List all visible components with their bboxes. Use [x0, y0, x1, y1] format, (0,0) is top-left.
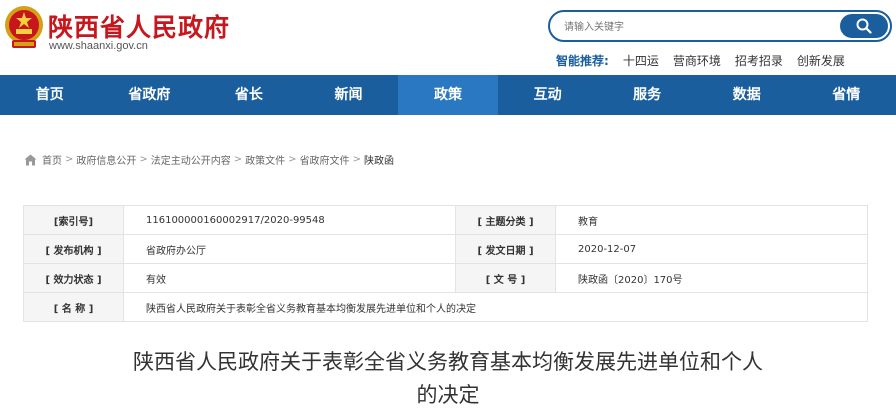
table-row: [ 发布机构 ] 省政府办公厅 [ 发文日期 ] 2020-12-07	[23, 234, 868, 264]
recommend-link[interactable]: 创新发展	[797, 52, 845, 69]
nav-item-interaction[interactable]: 互动	[498, 75, 598, 115]
search-box	[548, 10, 892, 42]
recommend-link[interactable]: 营商环境	[673, 52, 721, 69]
document-name-label: [ 名 称 ]	[23, 292, 124, 322]
breadcrumb-separator: >	[288, 154, 297, 165]
issuer-label: [ 发布机构 ]	[23, 234, 124, 264]
document-info-table: [索引号] 116100000160002917/2020-99548 [ 主题…	[23, 205, 868, 322]
document-number-value: 陕政函〔2020〕170号	[555, 263, 868, 293]
nav-item-policy[interactable]: 政策	[398, 75, 498, 115]
main-nav: 首页 省政府 省长 新闻 政策 互动 服务 数据 省情	[0, 75, 896, 115]
category-label: [ 主题分类 ]	[455, 205, 556, 235]
issue-date-label: [ 发文日期 ]	[455, 234, 556, 264]
document-title: 陕西省人民政府关于表彰全省义务教育基本均衡发展先进单位和个人 的决定	[60, 346, 836, 412]
nav-item-province-info[interactable]: 省情	[797, 75, 896, 115]
breadcrumb: 首页 > 政府信息公开 > 法定主动公开内容 > 政策文件 > 省政府文件 > …	[24, 152, 394, 167]
home-icon	[24, 154, 37, 165]
breadcrumb-link[interactable]: 首页	[42, 152, 62, 167]
validity-status-value: 有效	[123, 263, 456, 293]
nav-item-data[interactable]: 数据	[697, 75, 797, 115]
category-value: 教育	[555, 205, 868, 235]
search-button[interactable]	[840, 14, 888, 38]
breadcrumb-separator: >	[139, 154, 148, 165]
nav-item-home[interactable]: 首页	[0, 75, 100, 115]
search-icon	[856, 18, 872, 34]
issuer-value: 省政府办公厅	[123, 234, 456, 264]
recommend-link[interactable]: 十四运	[623, 52, 659, 69]
nav-item-news[interactable]: 新闻	[299, 75, 399, 115]
breadcrumb-link[interactable]: 法定主动公开内容	[151, 152, 231, 167]
search-input[interactable]	[564, 18, 834, 36]
smart-recommend-label: 智能推荐:	[556, 54, 609, 68]
breadcrumb-current[interactable]: 陕政函	[364, 152, 394, 167]
nav-item-governor[interactable]: 省长	[199, 75, 299, 115]
site-title[interactable]: 陕西省人民政府	[48, 8, 230, 44]
index-number-value: 116100000160002917/2020-99548	[123, 205, 456, 235]
breadcrumb-separator: >	[65, 154, 74, 165]
document-number-label: [ 文 号 ]	[455, 263, 556, 293]
breadcrumb-link[interactable]: 省政府文件	[300, 152, 350, 167]
index-number-label: [索引号]	[23, 205, 124, 235]
smart-recommend: 智能推荐: 十四运 营商环境 招考招录 创新发展	[556, 52, 859, 69]
recommend-link[interactable]: 招考招录	[735, 52, 783, 69]
breadcrumb-separator: >	[233, 154, 243, 165]
document-name-value: 陕西省人民政府关于表彰全省义务教育基本均衡发展先进单位和个人的决定	[123, 292, 868, 322]
document-title-line: 的决定	[416, 383, 480, 407]
table-row: [索引号] 116100000160002917/2020-99548 [ 主题…	[23, 205, 868, 235]
document-title-line: 陕西省人民政府关于表彰全省义务教育基本均衡发展先进单位和个人	[133, 350, 763, 374]
table-row: [ 名 称 ] 陕西省人民政府关于表彰全省义务教育基本均衡发展先进单位和个人的决…	[23, 292, 868, 322]
validity-status-label: [ 效力状态 ]	[23, 263, 124, 293]
breadcrumb-separator: >	[352, 154, 361, 165]
breadcrumb-link[interactable]: 政府信息公开	[76, 152, 136, 167]
table-row: [ 效力状态 ] 有效 [ 文 号 ] 陕政函〔2020〕170号	[23, 263, 868, 293]
site-header: 陕西省人民政府 www.shaanxi.gov.cn 智能推荐: 十四运 营商环…	[0, 0, 896, 75]
site-url: www.shaanxi.gov.cn	[49, 40, 148, 52]
breadcrumb-link[interactable]: 政策文件	[245, 152, 285, 167]
nav-item-services[interactable]: 服务	[597, 75, 697, 115]
nav-item-provincial-government[interactable]: 省政府	[100, 75, 200, 115]
national-emblem-icon[interactable]	[3, 4, 45, 50]
issue-date-value: 2020-12-07	[555, 234, 868, 264]
